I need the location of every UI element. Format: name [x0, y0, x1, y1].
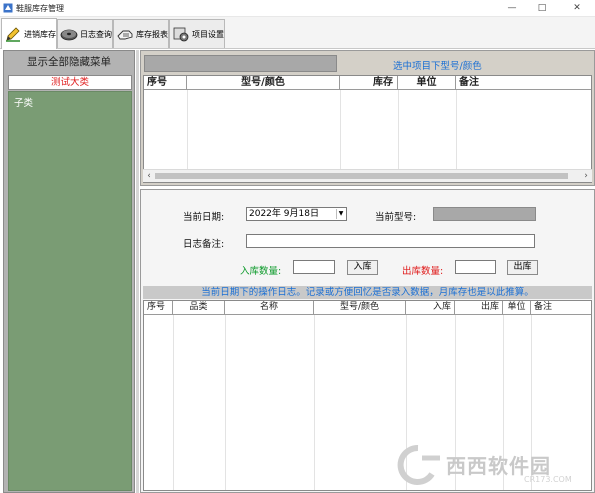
model-grid[interactable]: 序号 型号/颜色 库存 单位 备注 [143, 75, 592, 183]
out-qty-input[interactable] [455, 260, 496, 274]
grid-line [187, 90, 188, 170]
disc-icon [60, 29, 78, 41]
log-title: 当前日期下的操作日志。记录或方便回忆是否录入数据，月库存也是以此推算。 [143, 286, 592, 299]
toggle-menu-header[interactable]: 显示全部隐藏菜单 [4, 54, 134, 70]
tab-project-settings[interactable]: 项目设置 [169, 19, 225, 48]
grid-line [340, 90, 341, 170]
settings-icon [173, 27, 189, 42]
tab-stock-report[interactable]: 库存报表 [113, 19, 169, 48]
in-qty-label: 入库数量: [240, 266, 282, 277]
model-label: 当前型号: [375, 212, 417, 223]
minimize-button[interactable]: — [497, 0, 527, 17]
panel-splitter[interactable] [136, 50, 139, 493]
col-header: 序号 [144, 76, 187, 90]
col-header: 入库 [406, 301, 455, 315]
maximize-button[interactable]: □ [527, 0, 557, 17]
model-hint: 选中项目下型号/颜色 [393, 61, 482, 72]
subcategory-item[interactable]: 子类 [14, 95, 33, 109]
watermark-url: CR173.COM [524, 475, 572, 484]
col-header: 品类 [173, 301, 225, 315]
tab-label: 项目设置 [192, 29, 224, 39]
scroll-thumb[interactable] [155, 173, 568, 179]
scroll-left-icon[interactable]: ‹ [143, 170, 155, 182]
grid-line [398, 90, 399, 170]
window-title: 鞋服库存管理 [16, 4, 64, 13]
out-stock-button[interactable]: 出库 [507, 260, 538, 275]
log-grid-header: 序号 品类 名称 型号/颜色 入库 出库 单位 备注 [144, 301, 591, 315]
grid-line [173, 315, 174, 490]
category-sidebar: 显示全部隐藏菜单 测试大类 子类 [3, 50, 135, 493]
grid-line [314, 315, 315, 490]
pencil-icon [6, 27, 20, 42]
tab-log-query[interactable]: 日志查询 [57, 19, 113, 48]
date-picker[interactable]: 2022年 9月18日 ▼ [246, 207, 347, 221]
tab-label: 日志查询 [80, 29, 112, 39]
scroll-right-icon[interactable]: › [580, 170, 592, 182]
close-button[interactable]: ✕ [562, 0, 592, 17]
col-header: 库存 [340, 76, 398, 90]
tab-label: 进销库存 [24, 29, 56, 39]
date-value: 2022年 9月18日 [249, 209, 319, 219]
in-stock-button[interactable]: 入库 [347, 260, 378, 275]
model-panel: 选中项目下型号/颜色 序号 型号/颜色 库存 单位 备注 ‹ › [140, 50, 595, 186]
grid-line [456, 90, 457, 170]
col-header: 出库 [455, 301, 503, 315]
selected-item-field [144, 55, 337, 72]
watermark: 西西软件园 CR173.COM [392, 442, 588, 487]
col-header: 单位 [398, 76, 456, 90]
grid-line [225, 315, 226, 490]
in-qty-input[interactable] [293, 260, 335, 274]
tab-bar: 进销库存 日志查询 库存报表 项目设置 [0, 17, 595, 49]
note-input[interactable] [246, 234, 535, 248]
note-label: 日志备注: [183, 239, 225, 250]
hand-icon [117, 30, 133, 40]
watermark-logo-icon [397, 444, 440, 485]
tab-label: 库存报表 [136, 29, 168, 39]
model-grid-header: 序号 型号/颜色 库存 单位 备注 [144, 76, 591, 90]
date-label: 当前日期: [183, 212, 225, 223]
subcategory-list: 子类 [8, 91, 132, 491]
col-header: 型号/颜色 [314, 301, 406, 315]
out-qty-label: 出库数量: [402, 266, 444, 277]
category-item[interactable]: 测试大类 [8, 75, 132, 90]
title-bar: 鞋服库存管理 — □ ✕ [0, 0, 595, 17]
col-header: 备注 [459, 77, 479, 88]
app-icon [3, 3, 13, 13]
col-header: 序号 [144, 301, 173, 315]
current-model-field [433, 207, 536, 221]
col-header: 名称 [225, 301, 314, 315]
col-header: 型号/颜色 [187, 76, 340, 90]
tab-stock[interactable]: 进销库存 [1, 18, 57, 49]
col-header: 单位 [503, 301, 531, 315]
chevron-down-icon[interactable]: ▼ [336, 209, 345, 219]
col-header: 备注 [534, 302, 553, 312]
horizontal-scrollbar[interactable]: ‹ › [143, 169, 592, 182]
